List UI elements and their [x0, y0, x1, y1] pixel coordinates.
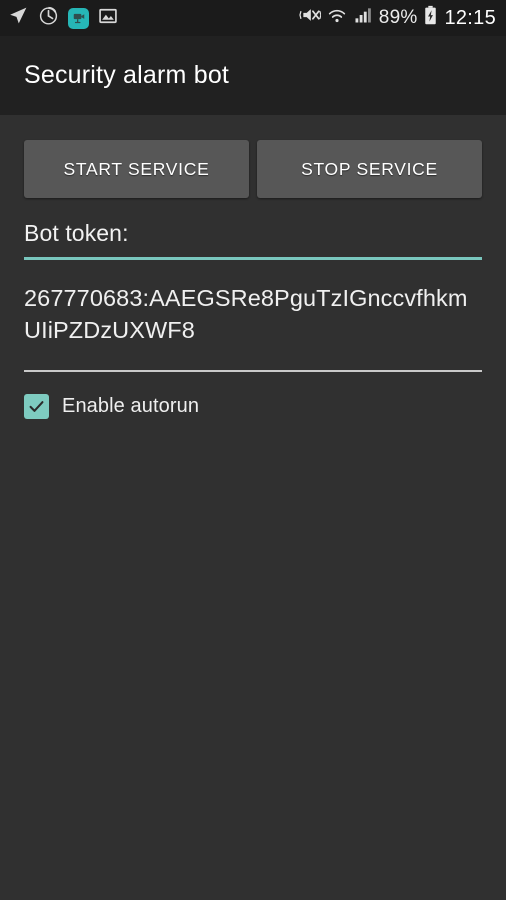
status-bar-right-icons: 89% 12:15 [299, 5, 496, 32]
app-title-bar: Security alarm bot [0, 36, 506, 115]
enable-autorun-label: Enable autorun [62, 395, 200, 417]
battery-percent-label: 89% [378, 7, 418, 28]
image-icon [98, 6, 118, 31]
section-divider [24, 370, 482, 372]
checkmark-icon [29, 401, 44, 412]
volume-mute-vibrate-icon [299, 5, 322, 31]
bot-token-underline [24, 257, 482, 260]
bot-token-label: Bot token: [24, 220, 129, 246]
battery-charging-icon [423, 5, 438, 32]
bot-token-field[interactable]: Bot token: [24, 220, 482, 260]
status-bar: 89% 12:15 [0, 0, 506, 36]
wifi-icon [327, 5, 347, 31]
service-button-row: START SERVICE STOP SERVICE [24, 115, 482, 198]
enable-autorun-row[interactable]: Enable autorun [24, 394, 482, 419]
location-arrow-icon [8, 5, 29, 31]
bot-token-value[interactable]: 267770683:AAEGSRe8PguTzIGnccvfhkmUIiPZDz… [24, 282, 482, 346]
cellular-signal-icon [353, 5, 373, 31]
start-service-button[interactable]: START SERVICE [24, 140, 249, 198]
status-bar-left-icons [8, 5, 118, 31]
enable-autorun-checkbox[interactable] [24, 394, 49, 419]
alarm-clock-icon [38, 5, 59, 31]
stop-service-button[interactable]: STOP SERVICE [257, 140, 482, 198]
clock-label: 12:15 [444, 6, 496, 29]
app-notification-icon [68, 7, 89, 29]
main-content: START SERVICE STOP SERVICE Bot token: 26… [0, 115, 506, 900]
page-title: Security alarm bot [24, 61, 230, 89]
